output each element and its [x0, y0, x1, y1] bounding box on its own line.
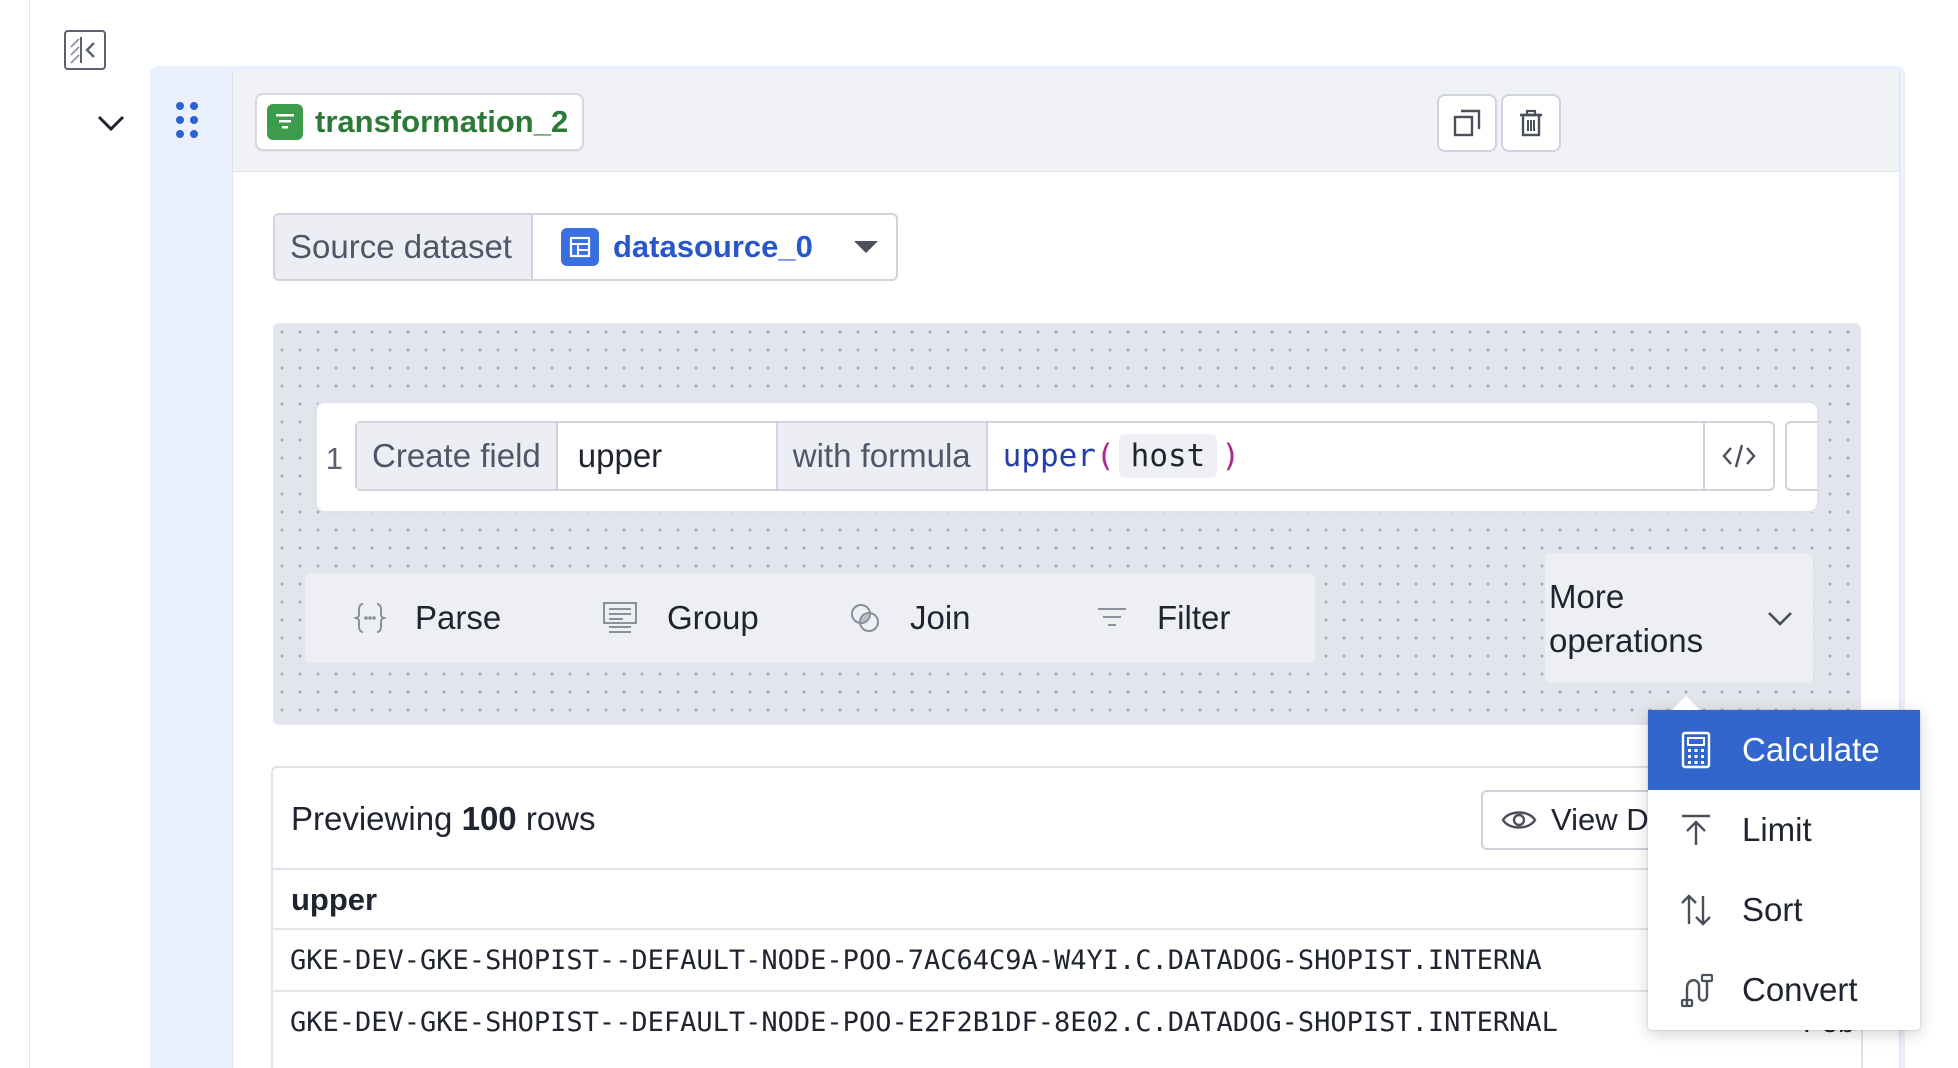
menu-item-sort[interactable]: Sort: [1648, 870, 1920, 950]
menu-item-label: Sort: [1742, 891, 1803, 928]
source-dataset-select[interactable]: Source dataset datasource_0: [273, 213, 898, 281]
menu-item-label: Convert: [1742, 971, 1858, 1008]
preview-prefix: Previewing: [291, 800, 453, 837]
menu-arrow: [1672, 696, 1700, 710]
join-button[interactable]: Join: [800, 573, 1068, 663]
calculator-icon: [1676, 730, 1716, 770]
eye-icon: [1501, 811, 1537, 829]
collapse-sidebar-button[interactable]: [64, 30, 106, 70]
table-row: GKE-DEV-GKE-SHOPIST--DEFAULT-NODE-POO-7A…: [273, 928, 1861, 990]
datasource-name: datasource_0: [613, 229, 813, 264]
join-icon: [851, 604, 879, 632]
source-dataset-label: Source dataset: [275, 215, 533, 279]
field-name-input[interactable]: upper: [557, 423, 778, 489]
join-label: Join: [910, 599, 971, 636]
limit-icon: [1676, 810, 1716, 850]
formula-argument: host: [1118, 434, 1218, 478]
with-formula-label: with formula: [777, 423, 988, 489]
step-row: 1 Create field upper with formula upper …: [315, 401, 1819, 513]
more-operations-label: More operations: [1549, 578, 1704, 659]
more-operations-menu: Calculate Limit Sort Convert: [1648, 696, 1920, 1030]
table-row: GKE-DEV-GKE-SHOPIST--DEFAULT-NODE-POO-E2…: [273, 990, 1861, 1052]
sort-icon: [1676, 890, 1716, 930]
collapse-cell-chevron-icon[interactable]: [94, 106, 128, 140]
menu-item-calculate[interactable]: Calculate: [1648, 710, 1920, 790]
formula-function: upper: [1002, 438, 1096, 474]
parse-label: Parse: [415, 599, 502, 636]
formula-open-paren: (: [1095, 438, 1115, 474]
panel-header: transformation_2: [233, 70, 1899, 172]
duplicate-icon: [1453, 109, 1481, 137]
left-rail: [0, 0, 30, 1068]
delete-button[interactable]: [1501, 94, 1561, 152]
table-cell: GKE-DEV-GKE-SHOPIST--DEFAULT-NODE-POO-7A…: [290, 944, 1542, 976]
create-field-label: Create field: [357, 423, 558, 489]
table-icon: [561, 228, 599, 266]
source-dataset-value[interactable]: datasource_0: [533, 215, 896, 279]
parse-button[interactable]: Parse: [305, 573, 573, 663]
preview-title: Previewing 100 rows: [291, 800, 596, 838]
table-cell: GKE-DEV-GKE-SHOPIST--DEFAULT-NODE-POO-E2…: [290, 1006, 1558, 1038]
parse-icon: [353, 603, 387, 633]
step-number: 1: [325, 441, 343, 476]
cell-name-chip[interactable]: transformation_2: [255, 93, 585, 151]
menu-item-limit[interactable]: Limit: [1648, 790, 1920, 870]
group-button[interactable]: Group: [553, 573, 821, 663]
preview-header: Previewing 100 rows View D: [273, 768, 1861, 870]
filter-button[interactable]: Filter: [1047, 573, 1315, 663]
preview-count: 100: [461, 800, 517, 837]
menu-item-label: Limit: [1742, 811, 1812, 848]
duplicate-button[interactable]: [1437, 94, 1497, 152]
chevron-down-icon: [1768, 612, 1792, 626]
step-editor: Create field upper with formula upper ( …: [355, 421, 1775, 491]
cell-name-label: transformation_2: [315, 104, 569, 139]
filter-label: Filter: [1157, 599, 1231, 636]
column-header-upper: upper: [291, 882, 378, 917]
data-preview: Previewing 100 rows View D upper GKE-DEV…: [271, 766, 1863, 1068]
menu-item-convert[interactable]: Convert: [1648, 950, 1920, 1030]
convert-icon: [1676, 970, 1716, 1010]
filter-icon: [1098, 608, 1126, 626]
group-icon: [603, 602, 637, 633]
group-label: Group: [667, 599, 759, 636]
trash-icon: [1520, 109, 1542, 137]
more-operations-button[interactable]: More operations: [1545, 553, 1813, 683]
menu-item-label: Calculate: [1742, 731, 1880, 768]
caret-down-icon: [854, 241, 878, 253]
preview-suffix: rows: [525, 800, 596, 837]
filter-badge-icon: [267, 104, 303, 140]
formula-input[interactable]: upper ( host ): [988, 423, 1705, 489]
operations-area: 1 Create field upper with formula upper …: [273, 323, 1861, 725]
formula-close-paren: ): [1221, 438, 1240, 474]
sidebar-collapse-icon: [70, 37, 95, 64]
drag-handle-icon[interactable]: [176, 102, 202, 142]
code-icon: [1722, 444, 1756, 468]
code-toggle-button[interactable]: [1705, 423, 1773, 489]
step-more-button[interactable]: [1785, 421, 1817, 491]
view-data-label: View D: [1551, 802, 1649, 837]
